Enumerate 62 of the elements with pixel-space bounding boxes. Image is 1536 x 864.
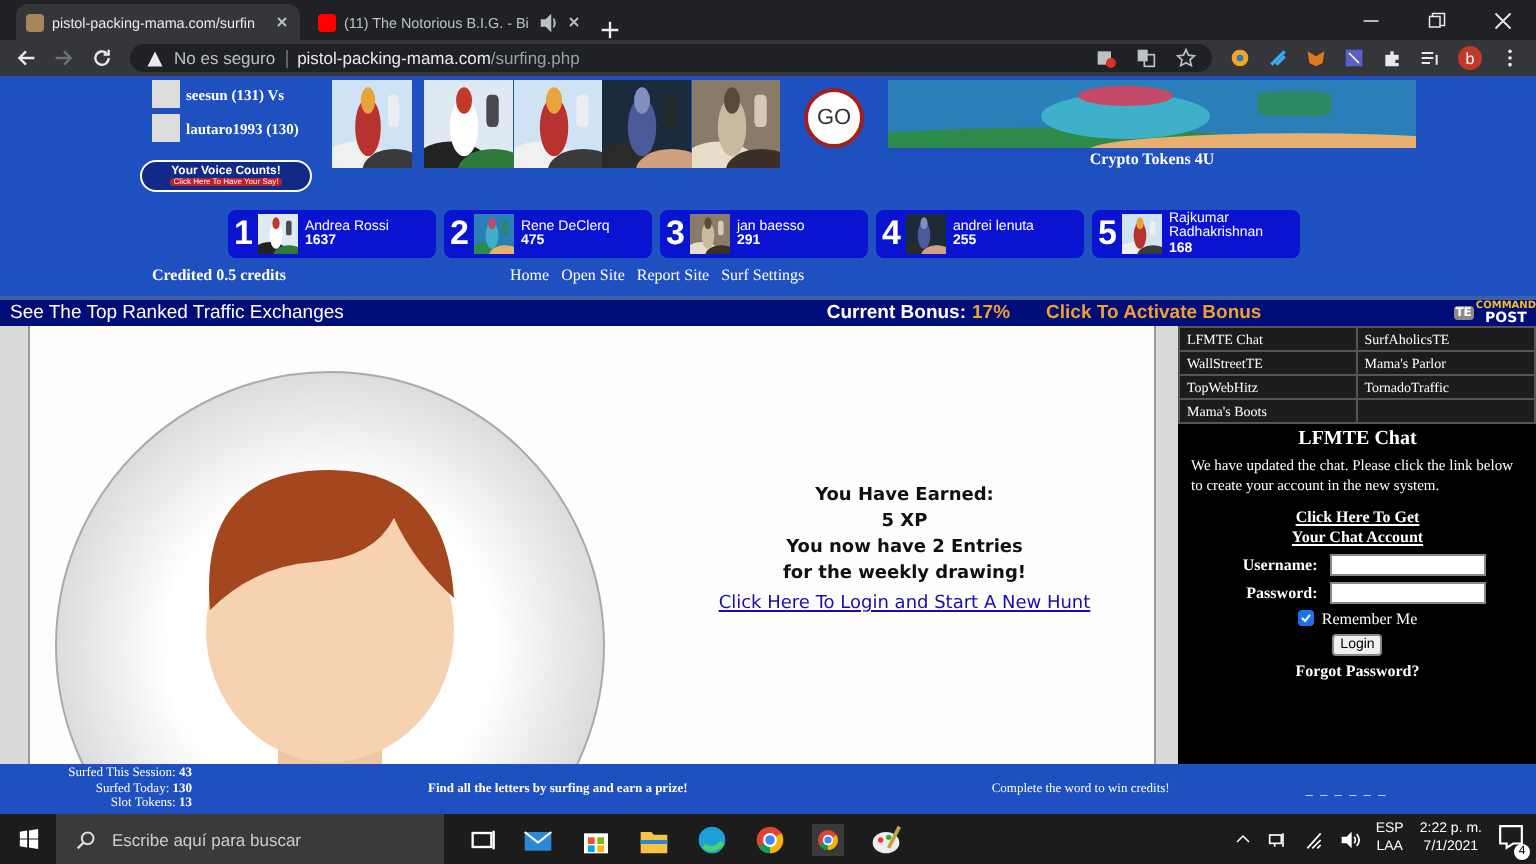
edge-icon[interactable] [696,823,728,855]
close-icon[interactable] [566,14,582,30]
top-ranked-link[interactable]: See The Top Ranked Traffic Exchanges [10,302,344,324]
reward-text: 5 XP [881,512,928,532]
task-view-icon[interactable] [468,825,496,853]
search-icon [76,829,96,849]
remember-label: Remember Me [1321,609,1418,627]
reward-text: You now have 2 Entries [786,538,1023,558]
translate-icon[interactable] [1136,48,1156,68]
user-avatar [152,114,180,142]
chat-account-link[interactable]: Your Chat Account [1190,527,1524,547]
nav-link[interactable]: Report Site [636,266,710,284]
chrome-icon[interactable] [754,823,786,855]
volume-icon[interactable] [1339,829,1360,849]
site-favicon [26,13,44,31]
nav-link[interactable]: Home [510,266,550,284]
puzzle-icon[interactable] [1382,48,1402,68]
profile-avatar[interactable]: b [1458,46,1482,70]
fox-icon[interactable] [1306,48,1326,68]
search-field[interactable]: Escribe aquí para buscar [56,814,444,864]
username-field[interactable] [1329,553,1486,575]
playlist-icon[interactable] [1420,48,1440,68]
bonus-label: Current Bonus: [826,302,967,324]
star-icon[interactable] [1176,48,1196,68]
go-button[interactable]: GO [804,88,864,148]
chat-title: LFMTE Chat [1296,428,1419,450]
username-label: Username: [1240,555,1318,573]
paint-icon[interactable] [870,823,902,855]
notification-icon[interactable] [1498,824,1524,850]
nav-link[interactable]: Surf Settings [721,266,805,284]
password-label: Password: [1244,583,1318,601]
reload-icon[interactable] [92,48,112,68]
chat-account-link[interactable]: Click Here To Get [1190,507,1524,527]
nav-link[interactable]: Open Site [561,266,625,284]
extension-icon[interactable] [1230,48,1250,68]
speaker-icon [540,13,558,31]
forgot-password-link[interactable]: Forgot Password? [1190,661,1524,679]
bonus-value: 17% [972,302,1011,324]
extension-icon[interactable] [1344,48,1364,68]
caret-icon[interactable] [1233,830,1252,848]
blocked-icon[interactable] [1096,48,1116,68]
warning-icon [146,49,164,67]
security-label: No es seguro [174,48,276,68]
address-bar[interactable]: No es seguro pistol-packing-mama.com/surfing.php [130,44,1212,72]
remember-checkbox[interactable] [1297,610,1314,626]
url-text: pistol-packing-mama.com/surfing.php [297,48,580,68]
reward-text: for the weekly drawing! [782,564,1026,584]
password-field[interactable] [1329,581,1486,603]
reward-text: You Have Earned: [815,486,994,506]
close-icon[interactable] [274,14,290,30]
login-hunt-link[interactable]: Click Here To Login and Start A New Hunt [718,594,1091,614]
windows-icon[interactable] [17,828,39,850]
credits-label: Credited 0.5 credits [152,266,287,284]
chrome-icon[interactable] [812,823,844,855]
forward-icon[interactable] [54,48,74,68]
new-tab-icon[interactable] [600,20,620,40]
restore-icon[interactable] [1428,12,1446,30]
back-icon[interactable] [16,48,36,68]
activate-bonus-link[interactable]: Click To Activate Bonus [1046,302,1262,324]
banner-caption[interactable]: Crypto Tokens 4U [1089,150,1215,168]
video-favicon [318,13,336,31]
user-avatar [152,80,180,108]
